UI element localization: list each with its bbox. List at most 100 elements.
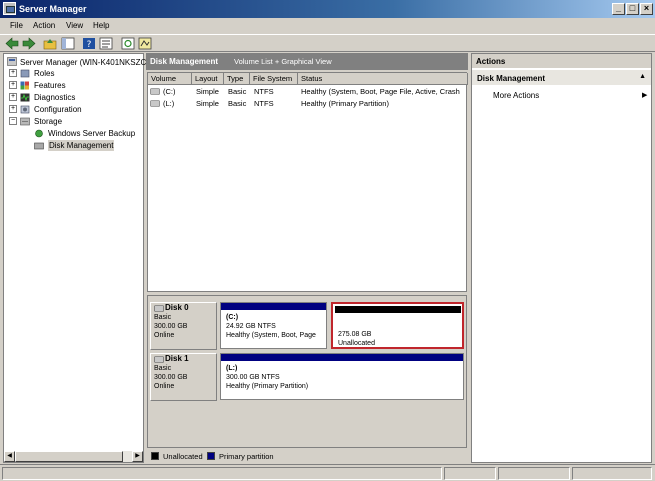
title-bar: Server Manager _ □ × [0,0,655,18]
collapse-storage-icon[interactable]: − [9,117,17,125]
actions-pane: Actions Disk Management ▲ More Actions ▶ [471,53,652,463]
partition-status: Unallocated [338,340,375,347]
disk-size: 300.00 GB [154,323,188,330]
expand-features-icon[interactable]: + [9,81,17,89]
primary-swatch [207,452,215,460]
column-layout[interactable]: Layout [192,73,224,85]
actions-section-title: Disk Management [477,74,546,83]
cell-volume: (C:) [163,87,176,96]
actions-section-disk-management[interactable]: Disk Management ▲ [472,70,651,85]
refresh-icon[interactable] [121,37,135,50]
volume-drive-icon [150,88,160,95]
expand-diagnostics-icon[interactable]: + [9,93,17,101]
menu-file[interactable]: File [10,21,23,30]
disk-management-icon [34,142,44,150]
scroll-thumb[interactable] [15,451,123,462]
legend-primary: Primary partition [219,452,274,461]
column-status[interactable]: Status [298,73,468,85]
disk-state: Online [154,383,175,390]
disk-type: Basic [154,365,172,372]
storage-icon [20,117,30,126]
server-manager-icon [7,57,17,66]
close-button[interactable]: × [640,3,653,15]
maximize-button[interactable]: □ [626,3,639,15]
volume-list: Volume Layout Type File System Status (C… [147,72,468,311]
up-folder-icon[interactable] [43,37,57,50]
table-row[interactable]: (C:) Simple Basic NTFS Healthy (System, … [148,86,466,97]
tree-item-windows-server-backup[interactable]: Windows Server Backup [48,128,135,139]
partition-status: Healthy (Primary Partition) [226,383,309,390]
unallocated-space[interactable]: 275.08 GB Unallocated [331,302,464,349]
unallocated-bar [335,306,461,313]
submenu-arrow-icon[interactable]: ▶ [642,91,647,99]
status-bar [0,464,655,481]
window-title: Server Manager [19,4,87,14]
status-panel-3 [572,467,652,480]
partition-c[interactable]: (C:) 24.92 GB NTFS Healthy (System, Boot… [220,302,327,349]
disk-management-pane: Disk Management Volume List + Graphical … [146,53,468,463]
tree-item-storage[interactable]: Storage [34,116,62,127]
tree-horizontal-scrollbar[interactable]: ◀ ▶ [4,451,143,462]
tree-item-roles[interactable]: Roles [34,68,54,79]
collapse-section-icon[interactable]: ▲ [639,73,646,80]
disk-type: Basic [154,314,172,321]
disk-state: Online [154,332,175,339]
disk-name: Disk 1 [165,354,189,363]
svg-text:?: ? [87,40,92,50]
status-panel-1 [444,467,496,480]
features-icon [20,81,29,90]
center-title: Disk Management [150,57,219,66]
menu-bar: File Action View Help [0,18,655,33]
partition-label: (L:) [226,365,238,372]
tree-item-features[interactable]: Features [34,80,66,91]
primary-partition-bar [221,303,326,310]
center-subtitle: Volume List + Graphical View [234,57,332,66]
export-list-icon[interactable] [138,37,152,50]
cell-volume: (L:) [163,99,175,108]
column-file-system[interactable]: File System [250,73,298,85]
partition-l[interactable]: (L:) 300.00 GB NTFS Healthy (Primary Par… [220,353,464,400]
show-hide-tree-icon[interactable] [61,37,75,50]
minimize-button[interactable]: _ [612,3,625,15]
cell-file-system: NTFS [254,99,274,108]
partition-label: (C:) [226,314,239,321]
scroll-right-icon[interactable]: ▶ [132,451,143,462]
scroll-left-icon[interactable]: ◀ [4,451,15,462]
help-icon[interactable]: ? [82,37,96,50]
diagnostics-icon [20,93,30,102]
expand-roles-icon[interactable]: + [9,69,17,77]
volume-drive-icon [150,100,160,107]
back-arrow-icon[interactable] [5,37,19,50]
partition-size: 275.08 GB [338,331,372,338]
cell-layout: Simple [196,99,219,108]
partition-size: 24.92 GB NTFS [226,323,276,330]
legend: Unallocated Primary partition [147,449,467,463]
status-panel-2 [498,467,570,480]
column-type[interactable]: Type [224,73,250,85]
tree-item-diagnostics[interactable]: Diagnostics [34,92,75,103]
server-manager-icon [3,2,16,15]
properties-icon[interactable] [99,37,113,50]
disk-1-label[interactable]: Disk 1 Basic 300.00 GB Online [150,353,217,401]
table-row[interactable]: (L:) Simple Basic NTFS Healthy (Primary … [148,98,466,109]
cell-file-system: NTFS [254,87,274,96]
column-volume[interactable]: Volume [148,73,192,85]
expand-configuration-icon[interactable]: + [9,105,17,113]
tree-item-disk-management[interactable]: Disk Management [48,140,115,151]
roles-icon [20,69,30,78]
disk-name: Disk 0 [165,303,189,312]
menu-help[interactable]: Help [93,21,109,30]
forward-arrow-icon[interactable] [22,37,36,50]
cell-type: Basic [228,87,247,96]
configuration-icon [20,105,30,114]
tree-item-configuration[interactable]: Configuration [34,104,82,115]
more-actions-item[interactable]: More Actions [493,91,539,100]
disk-icon [154,355,164,363]
toolbar: ? [0,34,655,52]
cell-status: Healthy (System, Boot, Page File, Active… [301,87,460,96]
tree-root[interactable]: Server Manager (WIN-K401NKSZCI [20,57,148,68]
menu-view[interactable]: View [66,21,83,30]
disk-0-label[interactable]: Disk 0 Basic 300.00 GB Online [150,302,217,350]
partition-size: 300.00 GB NTFS [226,374,280,381]
menu-action[interactable]: Action [33,21,55,30]
